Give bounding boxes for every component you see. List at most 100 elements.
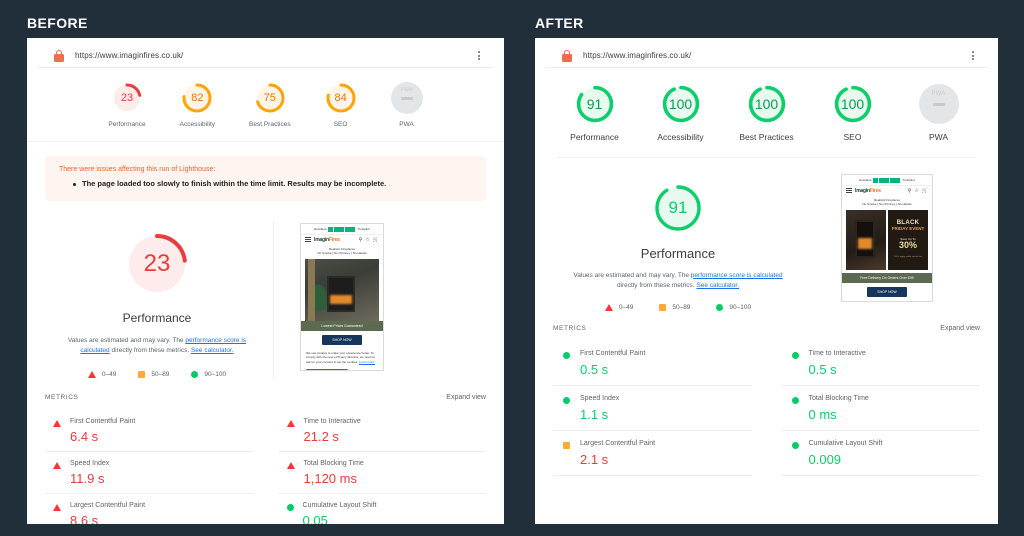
circle-icon <box>791 397 799 405</box>
metric-row[interactable]: Cumulative Layout Shift 0.009 <box>781 431 980 477</box>
after-url-bar[interactable]: https://www.imaginfires.co.uk/ <box>545 44 988 68</box>
trustpilot-stars-icon <box>873 177 901 183</box>
legend-label-pass: 90–100 <box>204 370 227 378</box>
metric-value: 0.5 s <box>580 362 609 378</box>
before-metrics-column-right: Time to Interactive 21.2 s Total Blocking … <box>278 410 487 524</box>
legend-label-fail: 0–49 <box>101 370 117 378</box>
after-hero-right: Excellent Trustpilot ImaginFires ⚲ ☃ 🛒 R… <box>803 173 933 312</box>
metric-row[interactable]: Largest Contentful Paint 8.6 s <box>45 494 253 524</box>
score-gauge-label: Best Practices <box>739 132 794 142</box>
site-tagline: Realistic Fireplaces No Smoke | No Chimn… <box>842 196 932 210</box>
score-gauge-performance[interactable]: 91 Performance <box>565 84 625 143</box>
score-gauge-best-practices[interactable]: 100 Best Practices <box>737 84 797 143</box>
comparison-canvas: BEFORE AFTER https://www.imaginfires.co.… <box>0 0 1024 536</box>
metric-row[interactable]: Total Blocking Time 1,120 ms <box>278 452 486 494</box>
hamburger-menu-icon <box>305 237 311 243</box>
site-nav-bar: ImaginFires ⚲ ☃ 🛒 <box>301 233 383 245</box>
metric-name: Time to Interactive <box>303 417 361 425</box>
metric-row[interactable]: First Contentful Paint 0.5 s <box>553 341 752 387</box>
metric-row[interactable]: Time to Interactive 0.5 s <box>781 341 980 387</box>
metric-row[interactable]: Largest Contentful Paint 2.1 s <box>553 431 752 477</box>
square-icon <box>659 304 667 312</box>
site-logo: ImaginFires <box>855 188 881 194</box>
before-performance-gauge: 23 <box>124 231 190 297</box>
metrics-title: METRICS <box>45 393 79 401</box>
before-performance-hero: 23 Performance Values are estimated and … <box>27 220 504 378</box>
score-value: 100 <box>754 96 779 112</box>
see-calculator-link[interactable]: See calculator. <box>191 347 234 354</box>
kebab-menu-icon[interactable] <box>972 51 974 60</box>
score-value: 100 <box>840 96 865 112</box>
metric-texts: Cumulative Layout Shift 0.05 <box>303 502 377 524</box>
gauge-ring: 75 <box>254 82 286 114</box>
see-calculator-link[interactable]: See calculator. <box>696 282 739 289</box>
score-value: 82 <box>191 91 204 104</box>
cookie-learn-more-link[interactable]: Learn more. <box>359 360 375 364</box>
performance-score-link[interactable]: performance score is calculated <box>691 272 783 279</box>
metric-texts: Speed Index 1.1 s <box>580 395 619 422</box>
hero-desc-pre: Values are estimated and may vary. The <box>573 271 691 279</box>
score-gauge-seo[interactable]: 100 SEO <box>823 84 883 143</box>
warning-item-text: The page loaded too slowly to finish wit… <box>82 179 387 189</box>
square-icon <box>563 442 570 450</box>
metric-value: 8.6 s <box>70 512 99 524</box>
metric-row[interactable]: Cumulative Layout Shift 0.05 <box>279 494 487 524</box>
pwa-dash-icon <box>400 96 413 100</box>
score-gauge-pwa[interactable]: PWA PWA <box>390 82 423 129</box>
gauge-ring: 23 <box>111 82 143 114</box>
score-gauge-accessibility[interactable]: 82 Accessibility <box>180 82 215 129</box>
kebab-menu-icon[interactable] <box>478 51 480 60</box>
legend-label-average: 50–89 <box>151 370 170 378</box>
score-gauge-label: SEO <box>333 121 348 128</box>
site-shop-now-button[interactable]: SHOP NOW <box>322 334 362 345</box>
metric-row[interactable]: First Contentful Paint 6.4 s <box>45 410 253 452</box>
legend-item-average: 50–89 <box>138 370 170 378</box>
metric-name: First Contentful Paint <box>580 350 646 358</box>
score-value: 84 <box>334 91 347 104</box>
hero-desc-mid: directly from these metrics. <box>616 282 697 290</box>
metric-name: Total Blocking Time <box>808 395 869 403</box>
metric-value: 0.009 <box>808 452 842 468</box>
warning-title: There were issues affecting this run of … <box>59 166 216 174</box>
metric-texts: Cumulative Layout Shift 0.009 <box>809 440 883 467</box>
trustpilot-badge: Excellent Trustpilot <box>842 175 932 185</box>
after-performance-hero: 91 Performance Values are estimated and … <box>535 173 998 312</box>
circle-icon <box>791 352 799 360</box>
site-shop-now-button[interactable]: SHOP NOW <box>867 286 907 297</box>
score-gauge-label: SEO <box>843 132 862 142</box>
metric-row[interactable]: Time to Interactive 21.2 s <box>278 410 486 452</box>
before-metrics-section: METRICS Expand view First Contentful Pai… <box>27 394 504 524</box>
expand-view-button[interactable]: Expand view <box>446 394 486 401</box>
score-gauge-performance[interactable]: 23 Performance <box>108 82 146 129</box>
score-gauge-pwa[interactable]: PWA PWA <box>909 84 969 143</box>
metric-value: 0 ms <box>808 407 837 423</box>
triangle-icon <box>604 304 613 312</box>
promo-line4: 30% <box>898 239 917 250</box>
metric-value: 1.1 s <box>580 407 609 423</box>
before-lighthouse-report: https://www.imaginfires.co.uk/ 23 Perform… <box>27 38 504 524</box>
score-value: 23 <box>120 91 134 104</box>
score-value: 91 <box>586 96 603 112</box>
triangle-icon <box>53 461 61 469</box>
triangle-icon <box>286 419 295 427</box>
before-url-bar[interactable]: https://www.imaginfires.co.uk/ <box>37 44 494 68</box>
score-gauge-accessibility[interactable]: 100 Accessibility <box>651 84 711 143</box>
expand-view-button[interactable]: Expand view <box>940 325 980 332</box>
metric-texts: Speed Index 11.9 s <box>70 460 109 486</box>
search-icon: ⚲ <box>358 236 363 243</box>
site-hero-split: BLACK FRIDAY EVENT Save Up To 30% T&Cs a… <box>846 209 928 270</box>
score-gauge-best-practices[interactable]: 75 Best Practices <box>249 82 291 129</box>
site-allow-cookies-button[interactable]: Allow Cookies <box>306 369 348 370</box>
metric-texts: First Contentful Paint 0.5 s <box>580 350 645 377</box>
score-gauge-label: Accessibility <box>657 132 704 142</box>
account-icon: ☃ <box>365 236 370 243</box>
metric-row[interactable]: Total Blocking Time 0 ms <box>781 386 980 432</box>
triangle-icon <box>87 370 96 378</box>
legend-label-fail: 0–49 <box>618 304 634 312</box>
site-nav-bar: ImaginFires ⚲ ☃ 🛒 <box>842 184 932 196</box>
metric-name: Cumulative Layout Shift <box>808 440 883 448</box>
score-gauge-seo[interactable]: 84 SEO <box>325 82 357 129</box>
pwa-mini-label: PWA <box>931 91 946 97</box>
metric-row[interactable]: Speed Index 11.9 s <box>45 452 253 494</box>
metric-row[interactable]: Speed Index 1.1 s <box>553 386 752 432</box>
